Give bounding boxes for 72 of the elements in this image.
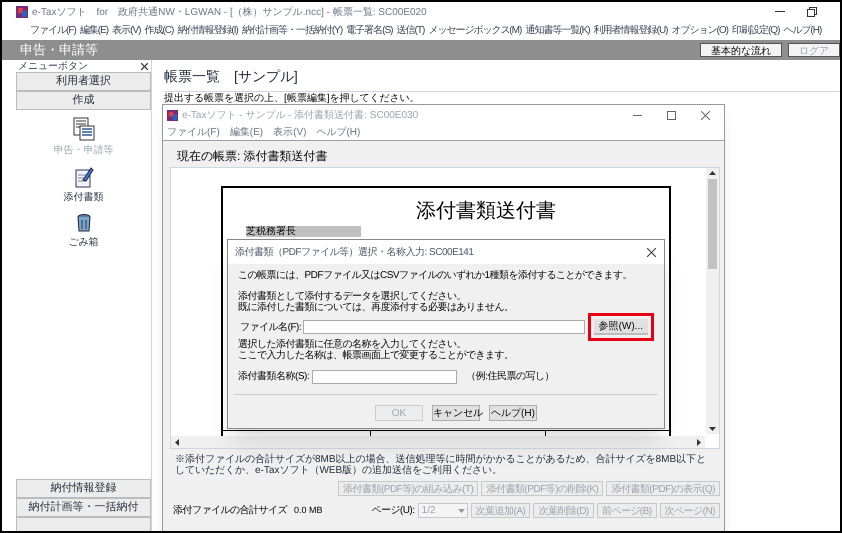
note-text: ※添付ファイルの合計サイズが8MB以上の場合、送信処理等に時間がかかることがあるため、合計サイズを8MB以下としていただくか、e-Taxソフト（WEB版）の追加送信をご利用ください。 bbox=[175, 454, 708, 476]
size-label: 添付ファイルの合計サイズ bbox=[173, 504, 287, 518]
intro-text: この帳票には、PDFファイル又はCSVファイルのいずれか1種類を添付することができます。 bbox=[238, 270, 634, 282]
dropdown-icon bbox=[458, 508, 465, 512]
field-label: ファイル名(F): bbox=[239, 320, 302, 334]
scroll-down-icon bbox=[709, 426, 716, 432]
menu-item[interactable]: 編集(E) bbox=[230, 125, 264, 140]
menu-button[interactable] bbox=[16, 517, 151, 531]
menu-item[interactable]: ファイル(F) bbox=[30, 22, 76, 38]
menu-item[interactable]: メッセージボックス(M) bbox=[428, 22, 522, 38]
menu-item[interactable]: ファイル(F) bbox=[167, 125, 220, 140]
current-form-label: 現在の帳票: 添付書類送付書 bbox=[177, 148, 329, 163]
menu-item[interactable]: 表示(V) bbox=[112, 22, 140, 38]
page-title: 帳票一覧 [サンプル] bbox=[164, 67, 299, 86]
file-name-field[interactable] bbox=[303, 320, 585, 334]
menu-item[interactable]: ヘルプ(H) bbox=[783, 22, 822, 38]
menu-item[interactable]: 印刷設定(Q) bbox=[732, 22, 780, 38]
close-icon bbox=[700, 110, 710, 120]
size-value: 0.0 MB bbox=[294, 504, 323, 517]
browse-button[interactable]: 参照(W)... bbox=[594, 319, 648, 335]
menu-button[interactable]: 納付計画等・一括納付 bbox=[16, 498, 151, 517]
forms-icon bbox=[72, 117, 94, 141]
close-button[interactable] bbox=[644, 245, 658, 259]
menu-button[interactable]: 作成 bbox=[16, 91, 151, 110]
restore-icon bbox=[807, 7, 817, 17]
attachment-icon bbox=[74, 166, 94, 188]
menu-item[interactable]: 納付計画等・一括納付(Y) bbox=[242, 22, 342, 38]
dialog-title: 添付書類（PDFファイル等）選択・名称入力: SC00E141 bbox=[235, 246, 474, 260]
window-title: e-Taxソフト for 政府共通NW・LGWAN - [（株）サンプル.ncc] - 帳票一覧: SC00E020 bbox=[32, 6, 427, 20]
menu-icon-button[interactable]: ごみ箱 bbox=[16, 212, 151, 251]
page-label: ページ(U): bbox=[371, 504, 415, 518]
menu-button[interactable]: 利用者選択 bbox=[16, 72, 151, 91]
scroll-left-icon bbox=[174, 438, 179, 446]
field-label: 添付書類名称(S): bbox=[238, 370, 310, 384]
menu-item[interactable]: 電子署名(S) bbox=[346, 22, 392, 38]
menu-button[interactable]: 納付情報登録 bbox=[16, 479, 151, 498]
trash-icon bbox=[76, 213, 92, 233]
close-button[interactable] bbox=[139, 61, 149, 71]
section-title: 申告・申請等 bbox=[20, 41, 98, 60]
menu-icon-button[interactable]: 添付書類 bbox=[16, 165, 151, 206]
app-icon bbox=[167, 110, 178, 120]
menu-item[interactable]: 編集(E) bbox=[80, 22, 108, 38]
addressee-field: 芝税務署長 bbox=[246, 226, 361, 237]
menu-item[interactable]: 利用者情報登録(U) bbox=[594, 22, 668, 38]
scroll-up-icon bbox=[709, 170, 716, 176]
menu-item[interactable]: 送信(T) bbox=[396, 22, 424, 38]
menu-item[interactable]: 納付情報登録(I) bbox=[177, 22, 238, 38]
document-name-field[interactable] bbox=[312, 370, 458, 384]
instruction-text: 添付書類として添付するデータを選択してください。 既に添付した書類については、再度添付する必要はありません。 bbox=[238, 291, 514, 313]
close-icon bbox=[646, 248, 656, 256]
menu-item[interactable]: 表示(V) bbox=[273, 125, 306, 140]
vertical-scrollbar[interactable] bbox=[706, 168, 719, 434]
menu-item[interactable]: オプション(O) bbox=[672, 22, 728, 38]
dialog-button[interactable]: ヘルプ(H) bbox=[489, 405, 537, 421]
form-heading: 添付書類送付書 bbox=[416, 199, 556, 224]
maximize-icon bbox=[666, 110, 676, 120]
window-title: e-Taxソフト - サンプル - 添付書類送付書: SC00E030 bbox=[182, 108, 418, 122]
panel-title: メニューボタン bbox=[18, 60, 88, 74]
instruction-text: 提出する帳票を選択の上、[帳票編集]を押してください。 bbox=[164, 93, 421, 105]
app-icon bbox=[16, 6, 28, 18]
instruction-text: 選択した添付書類に任意の名称を入力してください。 ここで入力した名称は、帳票画面上で変更することができます。 bbox=[238, 339, 514, 361]
minimize-icon bbox=[632, 114, 642, 116]
scroll-right-icon bbox=[697, 438, 702, 446]
menu-item[interactable]: 作成(C) bbox=[144, 22, 174, 38]
example-text: （例:住民票の写し） bbox=[466, 370, 554, 384]
close-icon bbox=[140, 62, 148, 70]
horizontal-scrollbar[interactable] bbox=[171, 436, 705, 448]
minimize-icon bbox=[775, 11, 785, 13]
menu-item[interactable]: ヘルプ(H) bbox=[316, 125, 360, 140]
scroll-thumb[interactable] bbox=[708, 179, 717, 269]
header-button[interactable]: 基本的な流れ bbox=[700, 43, 782, 57]
menu-item[interactable]: 通知書等一覧(K) bbox=[525, 22, 590, 38]
